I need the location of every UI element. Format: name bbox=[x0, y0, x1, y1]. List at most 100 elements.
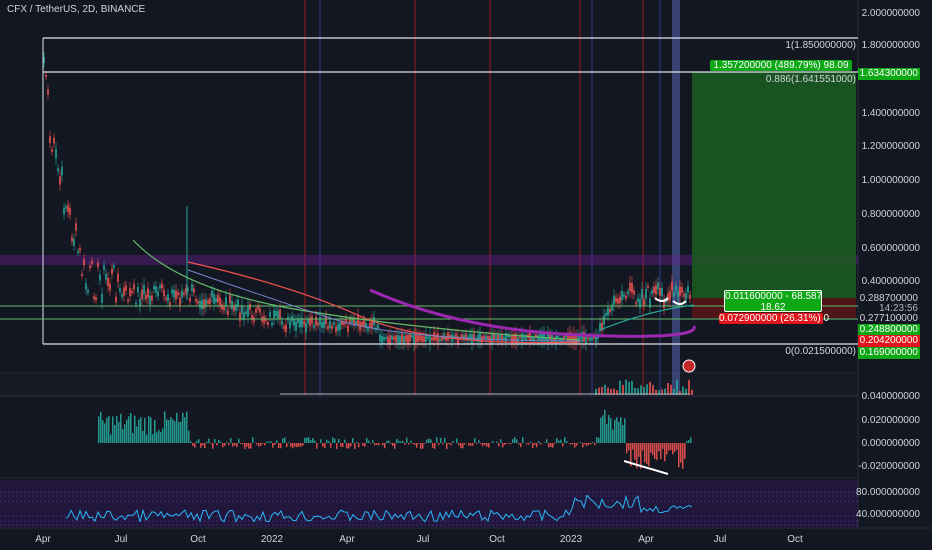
candle-body bbox=[391, 335, 393, 340]
osc-bar bbox=[116, 415, 118, 443]
osc-bar bbox=[150, 417, 152, 443]
candle-body bbox=[237, 299, 239, 306]
osc-bar bbox=[356, 442, 358, 443]
candle-body bbox=[625, 295, 627, 299]
candle-body bbox=[153, 286, 155, 290]
osc-bar bbox=[246, 443, 248, 447]
osc-bar bbox=[268, 441, 270, 443]
candle-body bbox=[431, 337, 433, 341]
symbol-title[interactable]: CFX / TetherUS, 2D, BINANCE bbox=[7, 4, 145, 15]
osc-bar bbox=[136, 426, 138, 443]
osc-bar bbox=[382, 443, 384, 446]
osc-bar bbox=[156, 432, 158, 443]
osc-bar bbox=[132, 432, 134, 443]
price-label: 0.600000000 bbox=[861, 243, 920, 254]
candle-body bbox=[437, 333, 439, 343]
osc-bar bbox=[536, 443, 538, 448]
candle-body bbox=[65, 206, 67, 209]
stop-label[interactable]: 0.072900000 (26.31%) 0 bbox=[719, 313, 829, 324]
fib-level-top: 1(1.850000000) bbox=[785, 40, 856, 51]
candle-body bbox=[207, 300, 209, 304]
osc-bar bbox=[444, 437, 446, 443]
osc-bar bbox=[610, 418, 612, 443]
candle-body bbox=[183, 292, 185, 295]
candle-body bbox=[221, 304, 223, 310]
osc-bar bbox=[324, 443, 326, 449]
candle-body bbox=[145, 294, 147, 300]
osc-bar bbox=[576, 443, 578, 446]
candle-body bbox=[493, 333, 495, 340]
osc-bar bbox=[196, 440, 198, 443]
target-label[interactable]: 1.357200000 (489.79%) 98.09 bbox=[710, 60, 852, 71]
volume-bar bbox=[649, 381, 651, 395]
candle-body bbox=[429, 334, 431, 345]
candle-body bbox=[615, 297, 617, 303]
osc-bar bbox=[186, 411, 188, 443]
candle-body bbox=[293, 319, 295, 326]
candle-body bbox=[661, 288, 663, 296]
candle-body bbox=[395, 335, 397, 343]
candle-body bbox=[151, 295, 153, 301]
candle-body bbox=[465, 333, 467, 340]
candle-body bbox=[195, 298, 197, 302]
osc-bar bbox=[492, 441, 494, 443]
candle-body bbox=[81, 273, 83, 277]
osc-bar bbox=[584, 443, 586, 445]
candle-body bbox=[117, 273, 119, 282]
osc-bar bbox=[206, 441, 208, 443]
osc-bar bbox=[684, 443, 686, 459]
osc-bar bbox=[510, 443, 512, 445]
osc-bar bbox=[558, 440, 560, 443]
osc-bar bbox=[586, 443, 588, 446]
candle-body bbox=[399, 335, 401, 344]
candle-body bbox=[531, 337, 533, 341]
candle-body bbox=[83, 259, 85, 266]
candle-body bbox=[389, 335, 391, 344]
candle-body bbox=[307, 319, 309, 324]
osc-bar bbox=[228, 443, 230, 446]
osc-bar bbox=[530, 441, 532, 443]
osc-bar bbox=[520, 443, 522, 448]
candle-body bbox=[107, 277, 109, 287]
volume-bar bbox=[619, 380, 621, 395]
osc-bar bbox=[474, 438, 476, 443]
candle-body bbox=[651, 290, 653, 294]
osc-bar bbox=[654, 443, 656, 459]
candle-body bbox=[299, 319, 301, 328]
candle-body bbox=[51, 149, 53, 152]
osc-bar bbox=[424, 443, 426, 444]
osc-bar bbox=[414, 443, 416, 445]
candle-body bbox=[157, 291, 159, 297]
time-label: Apr bbox=[35, 534, 51, 545]
candle-body bbox=[99, 274, 101, 281]
osc-bar bbox=[330, 443, 332, 448]
rsi-label: 80.000000000 bbox=[856, 487, 920, 498]
candle-body bbox=[159, 285, 161, 289]
candle-body bbox=[517, 336, 519, 343]
osc-bar bbox=[354, 443, 356, 449]
entry-box[interactable]: 0.011600000 - 68.587 18.62 bbox=[724, 290, 822, 313]
osc-bar bbox=[128, 416, 130, 443]
osc-bar bbox=[478, 440, 480, 443]
osc-bar bbox=[506, 443, 508, 444]
candle-body bbox=[49, 136, 51, 144]
candle-body bbox=[95, 297, 97, 301]
candle-body bbox=[409, 333, 411, 342]
candle-body bbox=[45, 74, 47, 78]
osc-bar bbox=[120, 413, 122, 443]
candle-body bbox=[263, 315, 265, 324]
osc-bar bbox=[308, 437, 310, 443]
osc-bar bbox=[432, 443, 434, 448]
osc-bar bbox=[288, 442, 290, 443]
osc-bar bbox=[322, 443, 324, 447]
candle-body bbox=[211, 290, 213, 298]
osc-bar bbox=[486, 443, 488, 447]
candle-body bbox=[163, 290, 165, 297]
osc-bar bbox=[598, 437, 600, 443]
osc-bar bbox=[348, 443, 350, 449]
candle-body bbox=[255, 308, 257, 313]
time-label: Jul bbox=[713, 534, 727, 545]
osc-bar bbox=[160, 432, 162, 443]
osc-bar bbox=[212, 443, 214, 449]
time-label: Oct bbox=[489, 534, 505, 545]
